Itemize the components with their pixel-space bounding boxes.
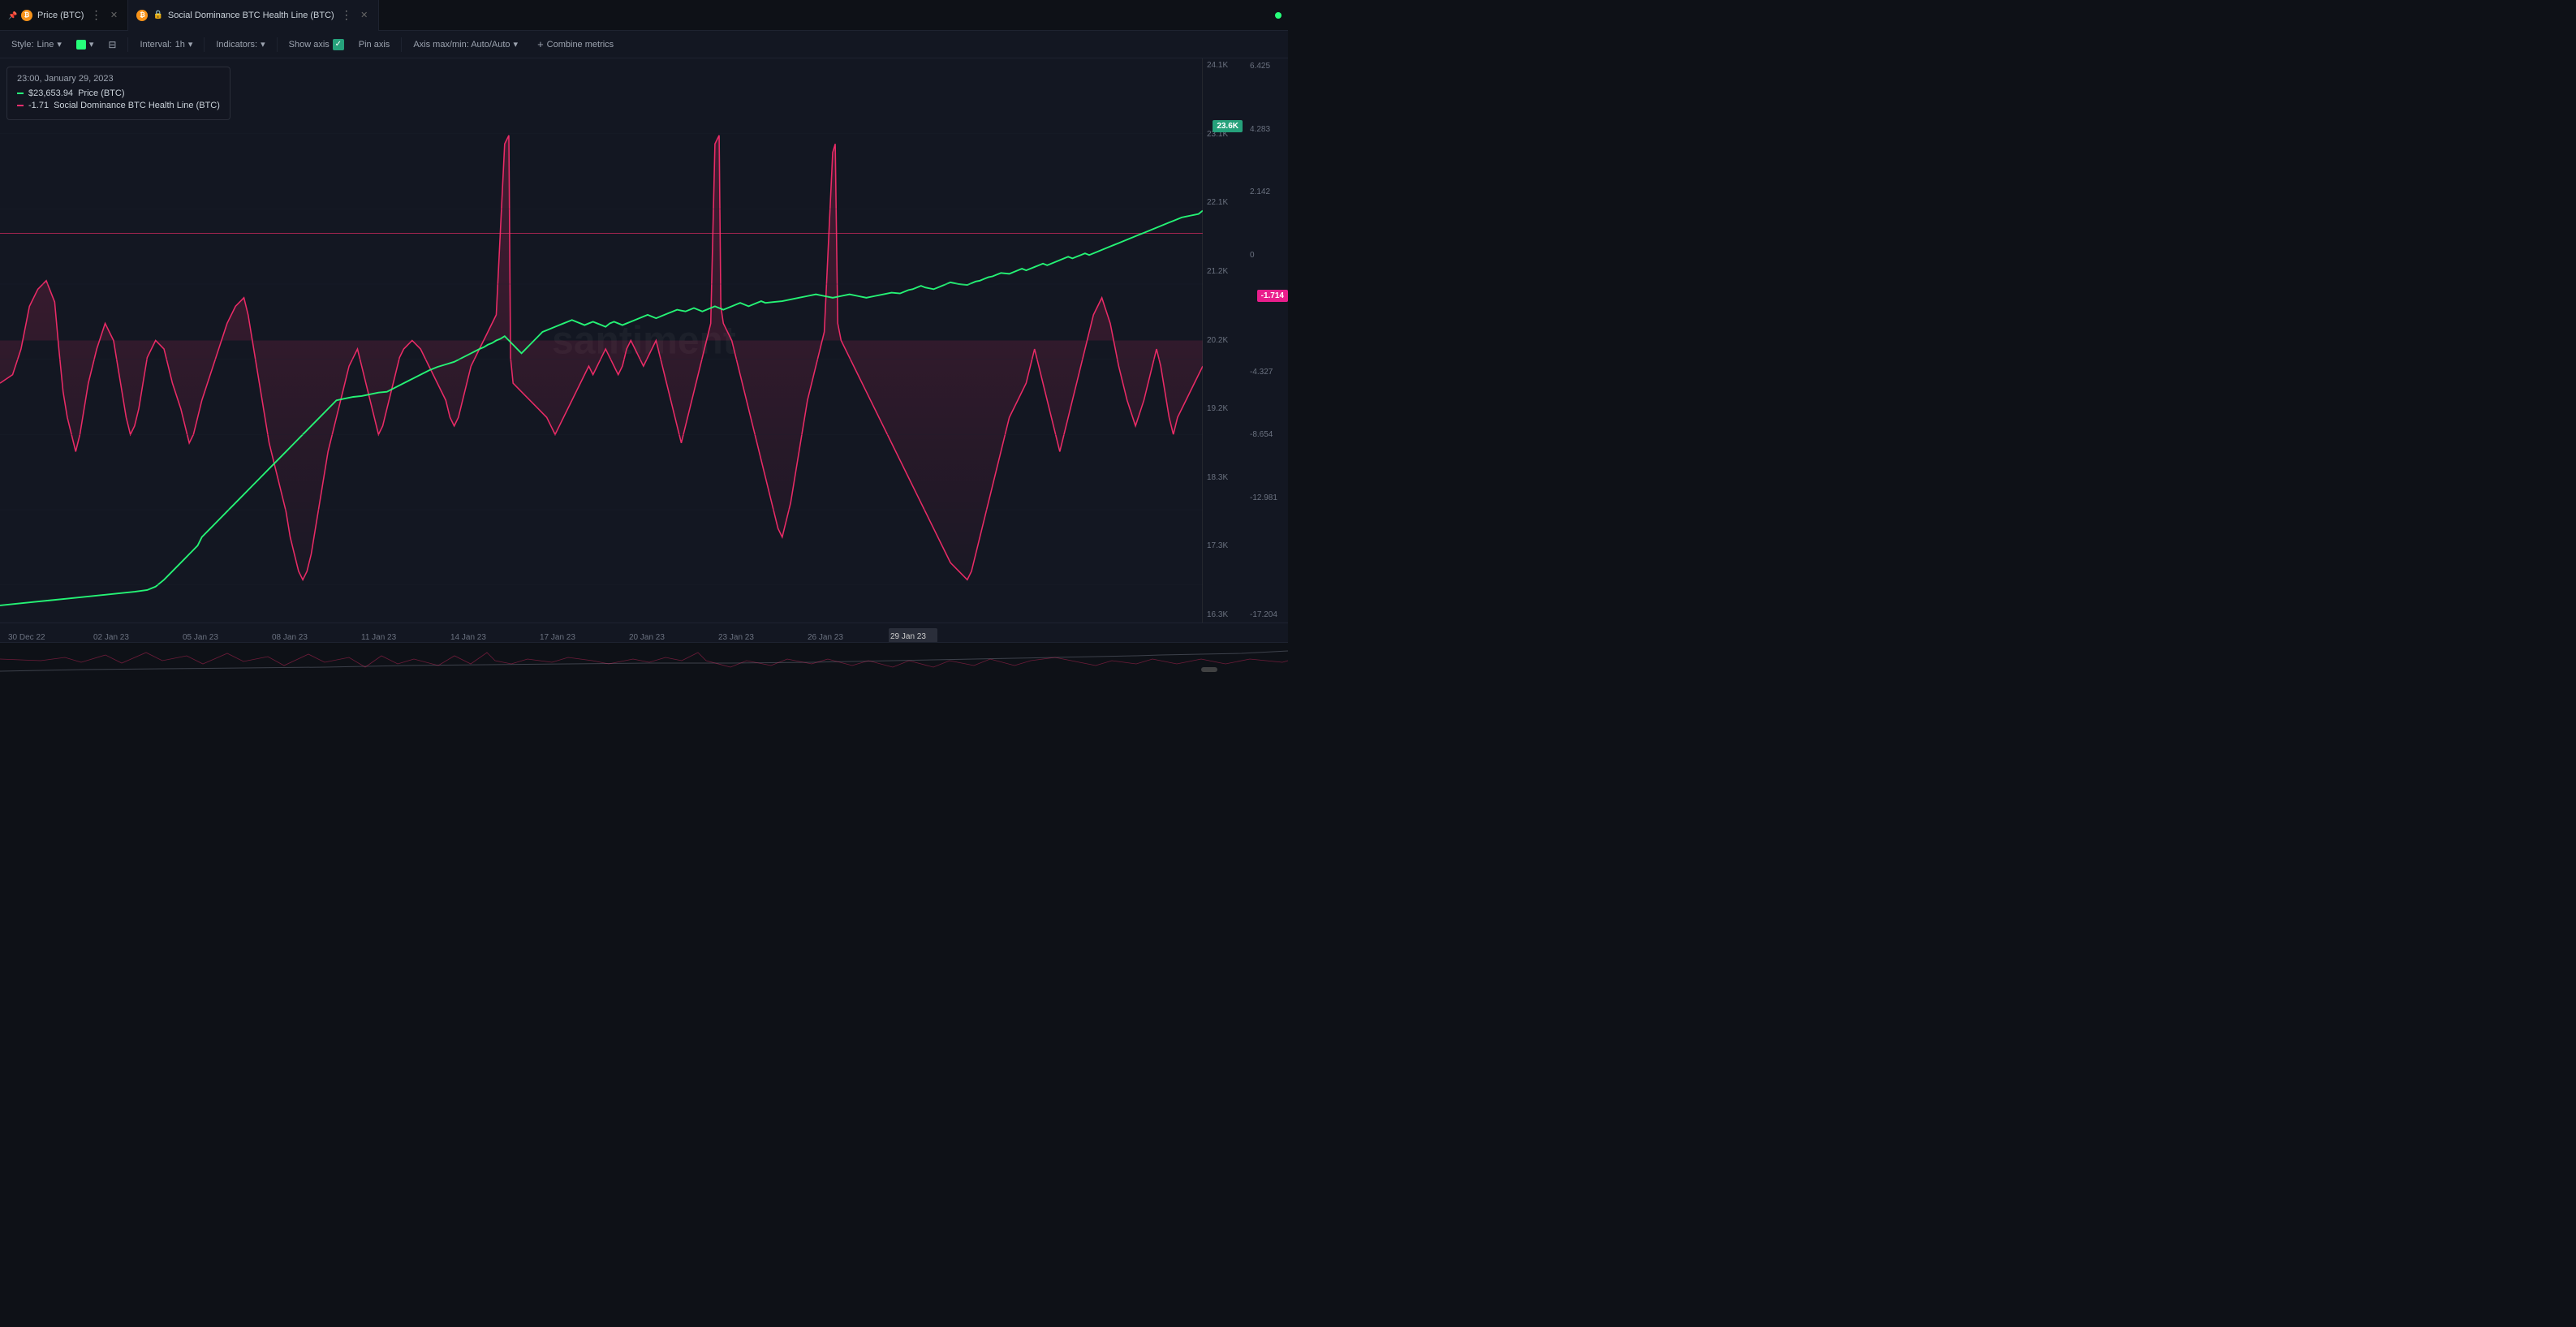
axis-maxmin-chevron: ▾ bbox=[514, 39, 519, 50]
style-selector[interactable]: Style: Line ▾ bbox=[6, 37, 67, 52]
pin-axis-button[interactable]: Pin axis bbox=[354, 37, 395, 52]
interval-selector[interactable]: Interval: 1h ▾ bbox=[135, 37, 197, 52]
tooltip-social-row: -1.71 Social Dominance BTC Health Line (… bbox=[17, 101, 220, 110]
bottom-axis: 30 Dec 22 02 Jan 23 05 Jan 23 08 Jan 23 … bbox=[0, 623, 1288, 642]
pink-axis-9: -17.204 bbox=[1247, 610, 1288, 619]
indicators-label: Indicators: bbox=[216, 40, 257, 50]
pink-axis-1: 4.283 bbox=[1247, 125, 1288, 134]
show-axis-checkbox[interactable]: ✓ bbox=[333, 39, 344, 50]
divider-1 bbox=[127, 37, 128, 52]
pin-icon: 📌 bbox=[8, 11, 16, 19]
tab-2-close[interactable]: ✕ bbox=[359, 10, 370, 21]
chart-type-selector[interactable]: ⊟ bbox=[103, 37, 121, 53]
divider-3 bbox=[277, 37, 278, 52]
axis-label-3: 21.2K bbox=[1204, 268, 1246, 276]
green-swatch bbox=[76, 40, 86, 50]
style-chevron: ▾ bbox=[57, 39, 62, 50]
svg-text:20 Jan 23: 20 Jan 23 bbox=[629, 633, 665, 642]
social-legend-icon bbox=[17, 105, 24, 106]
price-legend-icon bbox=[17, 93, 24, 94]
tooltip-social-label: Social Dominance BTC Health Line (BTC) bbox=[54, 101, 220, 110]
axis-label-6: 18.3K bbox=[1204, 474, 1246, 482]
svg-text:30 Dec 22: 30 Dec 22 bbox=[8, 633, 45, 642]
axis-label-2: 22.1K bbox=[1204, 199, 1246, 207]
swatch-chevron: ▾ bbox=[89, 39, 94, 50]
plus-icon: + bbox=[537, 38, 544, 50]
indicators-chevron: ▾ bbox=[261, 39, 265, 50]
axis-label-5: 19.2K bbox=[1204, 405, 1246, 413]
indicators-selector[interactable]: Indicators: ▾ bbox=[211, 37, 269, 52]
svg-text:11 Jan 23: 11 Jan 23 bbox=[361, 633, 397, 642]
svg-text:29 Jan 23: 29 Jan 23 bbox=[890, 632, 926, 641]
tab-bar: 📌 ₿ Price (BTC) ⋮ ✕ ₿ 🔒 Social Dominance… bbox=[0, 0, 1288, 31]
status-indicator bbox=[1275, 12, 1282, 19]
mini-chart-svg bbox=[0, 643, 1288, 675]
toolbar: Style: Line ▾ ▾ ⊟ Interval: 1h ▾ Indicat… bbox=[0, 31, 1288, 58]
chart-container: santiment 24.1K 23.1K 22.1K 21.2K bbox=[0, 58, 1288, 623]
color-swatch-selector[interactable]: ▾ bbox=[71, 37, 99, 52]
interval-value: 1h bbox=[175, 40, 185, 50]
pink-axis-5: -4.327 bbox=[1247, 368, 1288, 377]
svg-text:14 Jan 23: 14 Jan 23 bbox=[450, 633, 486, 642]
tab-1-label: Price (BTC) bbox=[37, 11, 84, 20]
btc-icon-2: ₿ bbox=[136, 10, 148, 21]
axis-maxmin-selector[interactable]: Axis max/min: Auto/Auto ▾ bbox=[408, 37, 523, 52]
pin-axis-label: Pin axis bbox=[359, 40, 390, 50]
combine-metrics-button[interactable]: + Combine metrics bbox=[531, 36, 620, 53]
pink-axis-6: -8.654 bbox=[1247, 430, 1288, 439]
tooltip-price-label: Price (BTC) bbox=[78, 88, 124, 98]
svg-text:05 Jan 23: 05 Jan 23 bbox=[183, 633, 218, 642]
svg-text:26 Jan 23: 26 Jan 23 bbox=[808, 633, 843, 642]
current-price-badge: 23.6K bbox=[1213, 120, 1243, 132]
pink-axis-7: -12.981 bbox=[1247, 493, 1288, 502]
interval-chevron: ▾ bbox=[188, 39, 193, 50]
tab-1-menu[interactable]: ⋮ bbox=[90, 8, 101, 22]
btc-icon-1: ₿ bbox=[21, 10, 32, 21]
svg-text:08 Jan 23: 08 Jan 23 bbox=[272, 633, 308, 642]
show-axis-control[interactable]: Show axis ✓ bbox=[284, 37, 349, 53]
style-value: Line bbox=[37, 40, 54, 50]
lock-icon: 🔒 bbox=[153, 11, 162, 19]
right-axis-pink: 6.425 4.283 2.142 0 -4.327 -8.654 -12.98… bbox=[1247, 58, 1288, 623]
svg-text:23 Jan 23: 23 Jan 23 bbox=[718, 633, 754, 642]
tooltip-price-row: $23,653.94 Price (BTC) bbox=[17, 88, 220, 98]
tooltip-date: 23:00, January 29, 2023 bbox=[17, 74, 220, 84]
tab-2-menu[interactable]: ⋮ bbox=[341, 8, 352, 22]
axis-maxmin-label: Axis max/min: Auto/Auto bbox=[413, 40, 510, 50]
style-label: Style: bbox=[11, 40, 34, 50]
tab-1-close[interactable]: ✕ bbox=[108, 10, 119, 21]
pink-axis-2: 2.142 bbox=[1247, 187, 1288, 196]
combine-metrics-label: Combine metrics bbox=[547, 40, 614, 50]
tooltip: 23:00, January 29, 2023 $23,653.94 Price… bbox=[6, 67, 230, 120]
axis-label-8: 16.3K bbox=[1204, 611, 1246, 619]
tab-price-btc[interactable]: 📌 ₿ Price (BTC) ⋮ ✕ bbox=[0, 0, 128, 31]
svg-text:02 Jan 23: 02 Jan 23 bbox=[93, 633, 129, 642]
pink-axis-3: 0 bbox=[1247, 251, 1288, 260]
tab-2-label: Social Dominance BTC Health Line (BTC) bbox=[168, 11, 334, 20]
main-chart-svg bbox=[0, 58, 1203, 623]
axis-label-4: 20.2K bbox=[1204, 337, 1246, 345]
tooltip-social-value: -1.71 bbox=[28, 101, 49, 110]
interval-label: Interval: bbox=[140, 40, 171, 50]
axis-label-7: 17.3K bbox=[1204, 542, 1246, 550]
svg-text:17 Jan 23: 17 Jan 23 bbox=[540, 633, 575, 642]
current-pink-badge: -1.714 bbox=[1257, 290, 1288, 302]
divider-4 bbox=[401, 37, 402, 52]
tab-social-dominance[interactable]: ₿ 🔒 Social Dominance BTC Health Line (BT… bbox=[128, 0, 378, 31]
mini-chart bbox=[0, 642, 1288, 674]
divider-2 bbox=[204, 37, 205, 52]
axis-label-0: 24.1K bbox=[1204, 62, 1246, 70]
tooltip-price-value: $23,653.94 bbox=[28, 88, 73, 98]
chart-type-icon: ⊟ bbox=[108, 39, 116, 50]
pink-axis-0: 6.425 bbox=[1247, 62, 1288, 71]
right-axis-btc: 24.1K 23.1K 22.1K 21.2K 20.2K 19.2K 18.3… bbox=[1204, 58, 1246, 623]
show-axis-label: Show axis bbox=[289, 40, 330, 50]
